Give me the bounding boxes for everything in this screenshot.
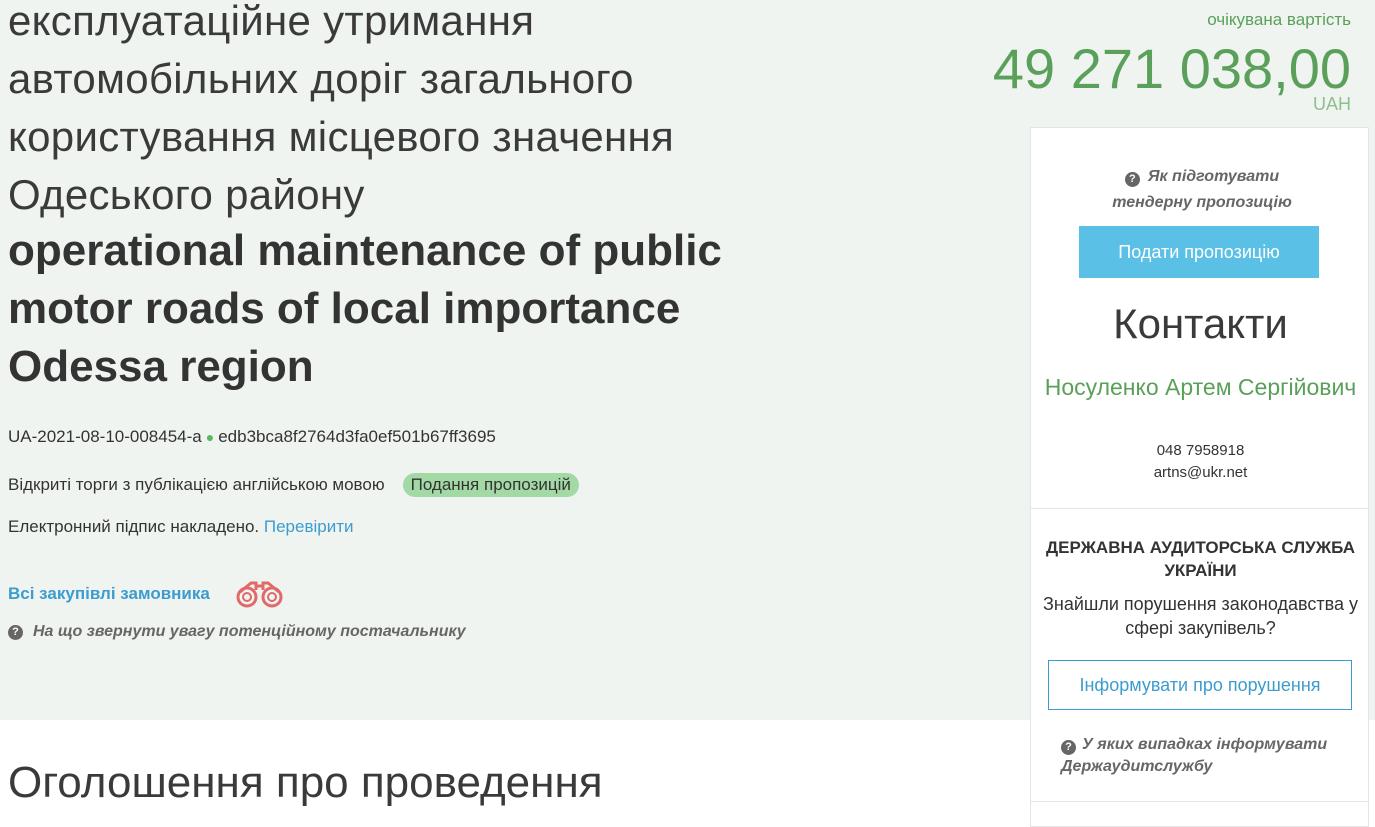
announcement-heading: Оголошення про проведення	[8, 758, 603, 807]
tender-title-ua: експлуатаційне утримання автомобільних д…	[8, 0, 675, 218]
all-purchases-row: Всі закупівлі замовника	[8, 578, 288, 610]
contact-name: Носуленко Артем Сергійович	[1044, 374, 1357, 400]
help-tender-text[interactable]: Як підготувати тендерну пропозицію	[1112, 168, 1292, 211]
sidebar-panel: ? Як підготувати тендерну пропозицію Пода…	[1030, 127, 1369, 827]
tender-title-en: operational maintenance of public motor …	[8, 226, 722, 391]
tender-id[interactable]: UA-2021-08-10-008454-a	[8, 427, 202, 446]
procedure-type: Відкриті торги з публікацією англійською…	[8, 475, 385, 494]
signature-text: Електронний підпис накладено.	[8, 517, 260, 536]
audit-service-title: ДЕРЖАВНА АУДИТОРСЬКА СЛУЖБА УКРАЇНИ	[1046, 538, 1355, 580]
signature-row: Електронний підпис накладено. Перевірити	[8, 517, 354, 537]
tender-identifiers: UA-2021-08-10-008454-a ● edb3bca8f2764d3fa…	[8, 427, 496, 447]
help-audit-text[interactable]: У яких випадках інформувати Держаудитслу…	[1061, 736, 1327, 775]
expected-cost-currency: UAH	[1312, 94, 1351, 114]
expected-cost-label: очікувана вартість	[1207, 10, 1351, 29]
help-audit-link[interactable]: ? У яких випадках інформувати Держаудитсл…	[1061, 734, 1341, 778]
question-icon: ?	[8, 624, 23, 640]
expected-cost-value: 49 271 038,00	[992, 37, 1351, 100]
tender-hash: edb3bca8f2764d3fa0ef501b67ff3695	[218, 427, 496, 446]
question-icon: ?	[1061, 739, 1076, 755]
status-badge: Подання пропозицій	[402, 473, 579, 497]
help-tender-link[interactable]: ? Як підготувати тендерну пропозицію	[1087, 164, 1317, 216]
status-dot-icon: ●	[205, 429, 215, 445]
procedure-row: Відкриті торги з публікацією англійською…	[8, 473, 579, 497]
inform-violation-button[interactable]: Інформувати про порушення	[1048, 660, 1352, 710]
submit-proposal-button[interactable]: Подати пропозицію	[1079, 226, 1319, 278]
contacts-title: Контакти	[1113, 300, 1288, 347]
contact-phone: 048 7958918	[1156, 442, 1245, 459]
attention-text[interactable]: На що звернути увагу потенційному постач…	[33, 623, 466, 641]
sidebar-divider	[1031, 801, 1368, 802]
audit-service-text: Знайшли порушення законодавства у сфері …	[1043, 594, 1358, 638]
sidebar-divider	[1031, 508, 1368, 509]
all-purchases-link[interactable]: Всі закупівлі замовника	[8, 584, 210, 604]
attention-help-row[interactable]: ? На що звернути увагу потенційному пост…	[8, 623, 466, 641]
binoculars-icon[interactable]	[234, 578, 288, 610]
verify-signature-link[interactable]: Перевірити	[264, 517, 354, 536]
question-icon: ?	[1124, 171, 1140, 187]
contact-email: artns@ukr.net	[1153, 464, 1248, 481]
